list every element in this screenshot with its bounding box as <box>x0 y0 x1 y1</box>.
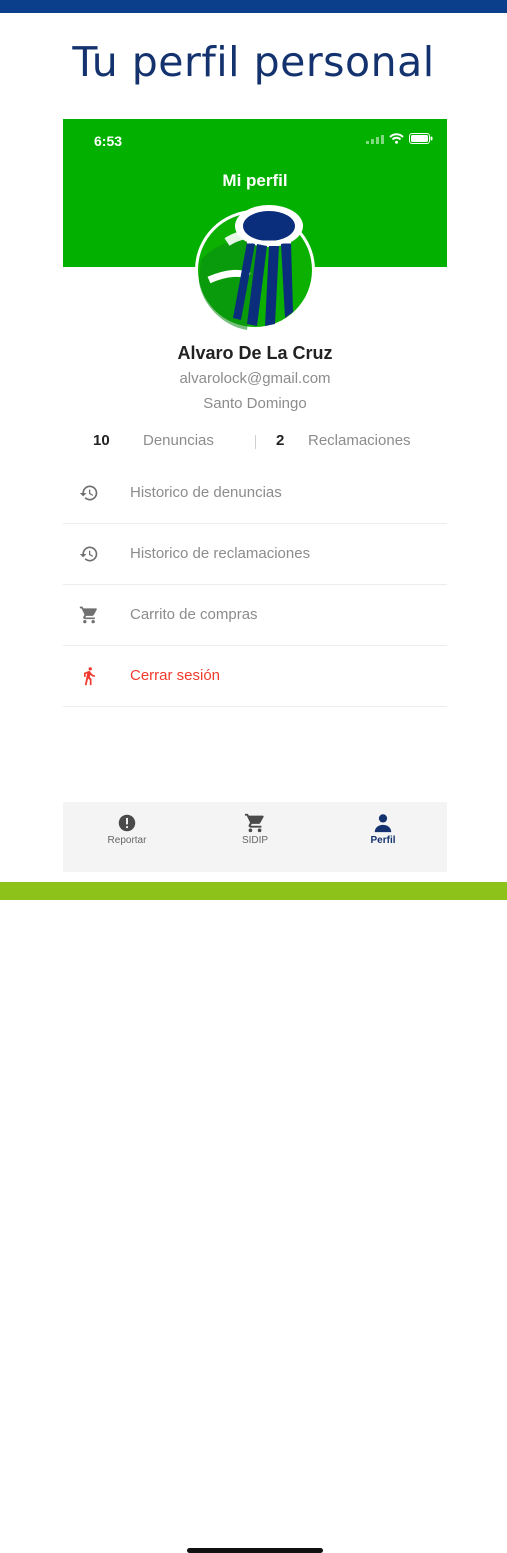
phone-screen: 6:53 Mi perfil Alvaro De La Cruz alvarol… <box>63 119 447 1553</box>
tab-label: SIDIP <box>241 835 269 846</box>
profile-logo-avatar <box>195 205 315 330</box>
user-name: Alvaro De La Cruz <box>177 343 333 363</box>
menu-item-carrito-compras[interactable]: Carrito de compras <box>63 585 447 646</box>
status-time: 6:53 <box>94 133 123 149</box>
tab-perfil[interactable]: Perfil <box>333 812 433 846</box>
tab-sidip[interactable]: SIDIP <box>205 812 305 846</box>
person-icon <box>374 814 392 833</box>
menu-label: Historico de denuncias <box>130 484 282 501</box>
status-icons <box>366 133 433 144</box>
stats-divider <box>255 435 256 449</box>
bottom-tab-bar: Reportar SIDIP Perfil <box>63 802 447 1553</box>
history-icon <box>79 546 98 562</box>
top-accent-bar <box>0 0 507 13</box>
profile-menu: Historico de denuncias Historico de recl… <box>63 463 447 707</box>
cart-icon <box>79 606 97 624</box>
menu-item-historico-denuncias[interactable]: Historico de denuncias <box>63 463 447 524</box>
screen-title: Mi perfil <box>222 171 288 190</box>
page-headline: Tu perfil personal <box>72 38 435 86</box>
menu-label: Historico de reclamaciones <box>130 545 311 562</box>
user-city: Santo Domingo <box>203 395 307 412</box>
user-email: alvarolock@gmail.com <box>179 370 331 387</box>
menu-item-historico-reclamaciones[interactable]: Historico de reclamaciones <box>63 524 447 585</box>
history-icon <box>79 485 98 501</box>
battery-icon <box>409 133 433 144</box>
tab-reportar[interactable]: Reportar <box>77 812 177 846</box>
denuncias-count: 10 <box>93 432 110 449</box>
alert-circle-icon <box>118 814 136 832</box>
menu-item-cerrar-sesion[interactable]: Cerrar sesión <box>63 646 447 707</box>
stats-row: 10 Denuncias 2 Reclamaciones <box>63 432 447 452</box>
tab-label: Perfil <box>370 835 396 846</box>
signal-icon <box>366 134 384 144</box>
running-person-icon <box>84 667 95 686</box>
reclamaciones-count: 2 <box>276 432 285 449</box>
denuncias-label: Denuncias <box>143 432 214 449</box>
cart-icon <box>244 813 264 833</box>
menu-label: Cerrar sesión <box>130 667 221 684</box>
home-indicator <box>187 1548 323 1553</box>
wifi-icon <box>389 133 404 144</box>
bottom-accent-bar <box>0 882 507 900</box>
menu-label: Carrito de compras <box>130 606 258 623</box>
reclamaciones-label: Reclamaciones <box>308 432 411 449</box>
tab-label: Reportar <box>107 835 147 846</box>
